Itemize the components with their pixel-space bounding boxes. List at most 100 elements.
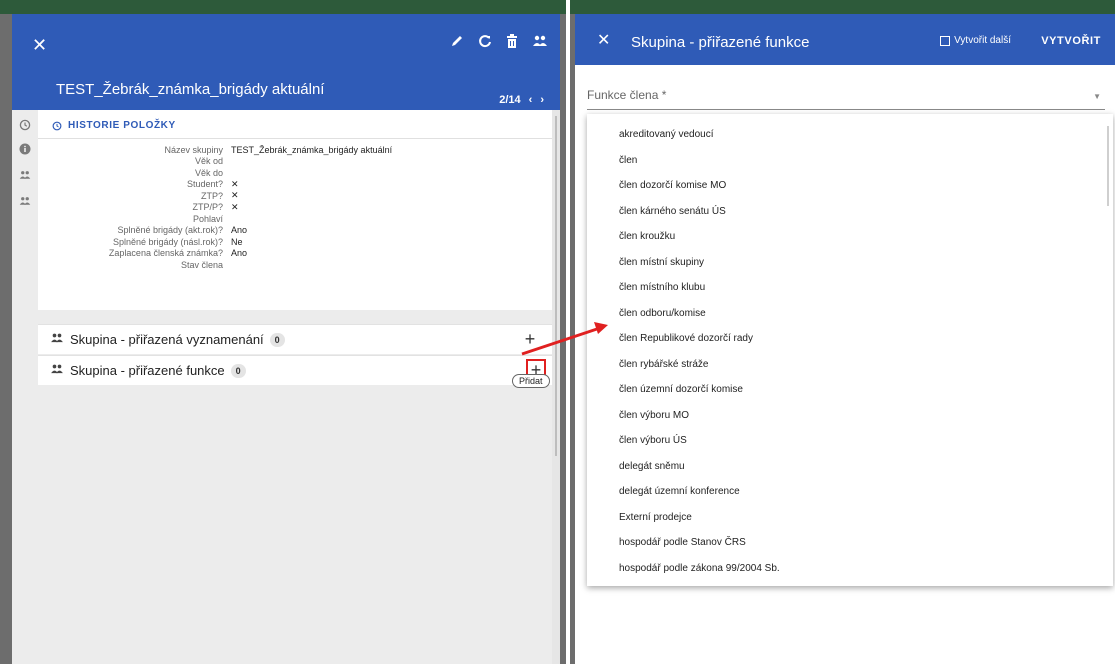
dropdown-option[interactable]: akreditovaný vedoucí <box>587 122 1097 148</box>
field-row: Zaplacena členská známka? Ano <box>38 248 552 260</box>
field-row: Pohlaví <box>38 213 552 225</box>
field-label: Student? <box>186 179 223 190</box>
page-title: TEST_Žebrák_známka_brigády aktuální <box>56 81 325 98</box>
divider <box>38 138 552 139</box>
record-pager: 2/14 ‹ › <box>499 94 544 106</box>
history-icon <box>52 121 62 130</box>
field-value: ✕ <box>231 190 239 201</box>
field-label: Splněné brigády (násl.rok)? <box>112 236 223 247</box>
field-label: Zaplacena členská známka? <box>108 248 223 259</box>
field-row: Splněné brigády (násl.rok)? Ne <box>38 236 552 248</box>
create-another-checkbox[interactable]: Vytvořit další <box>940 35 1011 46</box>
scrollbar-thumb[interactable] <box>1107 126 1109 206</box>
dropdown-option[interactable]: člen Republikové dozorčí rady <box>587 326 1097 352</box>
tooltip: Přidat <box>512 374 550 388</box>
field-label: ZTP/P? <box>192 202 223 213</box>
dropdown-option[interactable]: člen územní dozorčí komise <box>587 377 1097 403</box>
detail-panel: ✕ TEST_Žebrák_známka_brigády aktuální 2/… <box>12 14 560 664</box>
field-row: Název skupiny TEST_Žebrák_známka_brigády … <box>38 144 552 156</box>
left-top-strip <box>0 0 566 14</box>
chevron-right-icon[interactable]: › <box>540 94 544 106</box>
scrollbar-thumb[interactable] <box>555 116 557 456</box>
dropdown-option[interactable]: člen <box>587 148 1097 174</box>
count-badge: 0 <box>230 363 246 378</box>
field-row: Stav člena <box>38 259 552 271</box>
group-icon[interactable] <box>532 35 548 47</box>
dropdown-option[interactable]: delegát územní konference <box>587 479 1097 505</box>
header-actions <box>450 34 548 48</box>
field-label: ZTP? <box>200 190 223 201</box>
section-title: Skupina - přiřazená vyznamenání <box>70 332 264 347</box>
function-select-placeholder: Funkce člena * <box>587 88 667 102</box>
checkbox-icon[interactable] <box>940 35 951 46</box>
field-value: ✕ <box>231 201 239 212</box>
dropdown-option[interactable]: člen místní skupiny <box>587 250 1097 276</box>
count-badge: 0 <box>269 332 285 347</box>
field-label: Stav člena <box>180 259 223 270</box>
field-label: Pohlaví <box>192 213 223 224</box>
field-row: ZTP/P? ✕ <box>38 202 552 214</box>
create-dialog: ✕ Skupina - přiřazené funkce Vytvořit da… <box>575 14 1115 664</box>
dropdown-option[interactable]: hospodář podle zákona 99/2004 Sb. <box>587 556 1097 582</box>
dropdown-option[interactable]: člen výboru MO <box>587 403 1097 429</box>
right-top-strip <box>570 0 1115 14</box>
dropdown-option[interactable]: hospodář podle Stanov ČRS <box>587 530 1097 556</box>
field-row: Splněné brigády (akt.rok)? Ano <box>38 225 552 237</box>
option-list: akreditovaný vedoucí člen člen dozorčí kom… <box>587 122 1097 581</box>
dropdown-option[interactable]: delegát sněmu <box>587 454 1097 480</box>
section-vyznamenani: Skupina - přiřazená vyznamenání 0 + <box>38 324 552 354</box>
dropdown-option[interactable]: člen dozorčí komise MO <box>587 173 1097 199</box>
field-value: Ano <box>231 248 248 259</box>
section-title: Skupina - přiřazené funkce <box>70 363 225 378</box>
field-label: Název skupiny <box>164 144 223 155</box>
detail-sidebar <box>12 110 38 664</box>
field-value: TEST_Žebrák_známka_brigády aktuální <box>231 144 393 155</box>
field-row: Věk do <box>38 167 552 179</box>
scrollbar[interactable] <box>552 110 560 664</box>
edit-icon[interactable] <box>450 34 464 48</box>
refresh-icon[interactable] <box>478 34 492 48</box>
create-another-label: Vytvořit další <box>954 35 1011 46</box>
function-select[interactable]: Funkce člena * ▼ <box>587 84 1105 110</box>
field-row: ZTP? ✕ <box>38 190 552 202</box>
group-icon <box>50 364 64 377</box>
close-icon[interactable]: ✕ <box>32 36 47 54</box>
field-label: Věk od <box>194 156 223 167</box>
dropdown-menu: akreditovaný vedoucí člen člen dozorčí kom… <box>587 114 1113 586</box>
dropdown-option[interactable]: Externí prodejce <box>587 505 1097 531</box>
dropdown-option[interactable]: člen kárného senátu ÚS <box>587 199 1097 225</box>
dropdown-option[interactable]: člen výboru ÚS <box>587 428 1097 454</box>
field-value: Ne <box>231 236 243 247</box>
field-value: ✕ <box>231 178 239 189</box>
close-icon[interactable]: ✕ <box>597 33 610 49</box>
field-label: Věk do <box>194 167 223 178</box>
dropdown-option[interactable]: člen kroužku <box>587 224 1097 250</box>
history-icon[interactable] <box>18 118 32 132</box>
dropdown-caret-icon[interactable]: ▼ <box>1093 92 1101 101</box>
dropdown-option[interactable]: člen odboru/komise <box>587 301 1097 327</box>
group-icon[interactable] <box>18 194 32 208</box>
info-icon[interactable] <box>18 142 32 156</box>
field-row: Věk od <box>38 156 552 168</box>
delete-icon[interactable] <box>506 34 518 48</box>
screenshot-canvas: ✕ TEST_Žebrák_známka_brigády aktuální 2/… <box>0 0 1115 664</box>
add-button[interactable]: + <box>520 329 540 349</box>
history-card: HISTORIE POLOŽKY Název skupiny TEST_Žebrá… <box>38 110 552 310</box>
dropdown-option[interactable]: člen místního klubu <box>587 275 1097 301</box>
group-icon[interactable] <box>18 168 32 182</box>
group-icon <box>50 333 64 346</box>
detail-content: HISTORIE POLOŽKY Název skupiny TEST_Žebrá… <box>38 110 552 664</box>
field-row: Student? ✕ <box>38 179 552 191</box>
dialog-header: ✕ Skupina - přiřazené funkce Vytvořit da… <box>575 14 1115 65</box>
dropdown-option[interactable]: člen rybářské stráže <box>587 352 1097 378</box>
field-list: Název skupiny TEST_Žebrák_známka_brigády … <box>38 144 552 271</box>
pager-text: 2/14 <box>499 94 521 106</box>
detail-header: ✕ TEST_Žebrák_známka_brigády aktuální 2/… <box>12 14 560 110</box>
chevron-left-icon[interactable]: ‹ <box>529 94 533 106</box>
field-value: Ano <box>231 225 248 236</box>
section-funkce: Skupina - přiřazené funkce 0 + <box>38 355 552 385</box>
history-heading[interactable]: HISTORIE POLOŽKY <box>52 120 176 131</box>
create-button[interactable]: VYTVOŘIT <box>1041 35 1101 47</box>
dialog-title: Skupina - přiřazené funkce <box>631 34 810 51</box>
field-label: Splněné brigády (akt.rok)? <box>117 225 223 236</box>
